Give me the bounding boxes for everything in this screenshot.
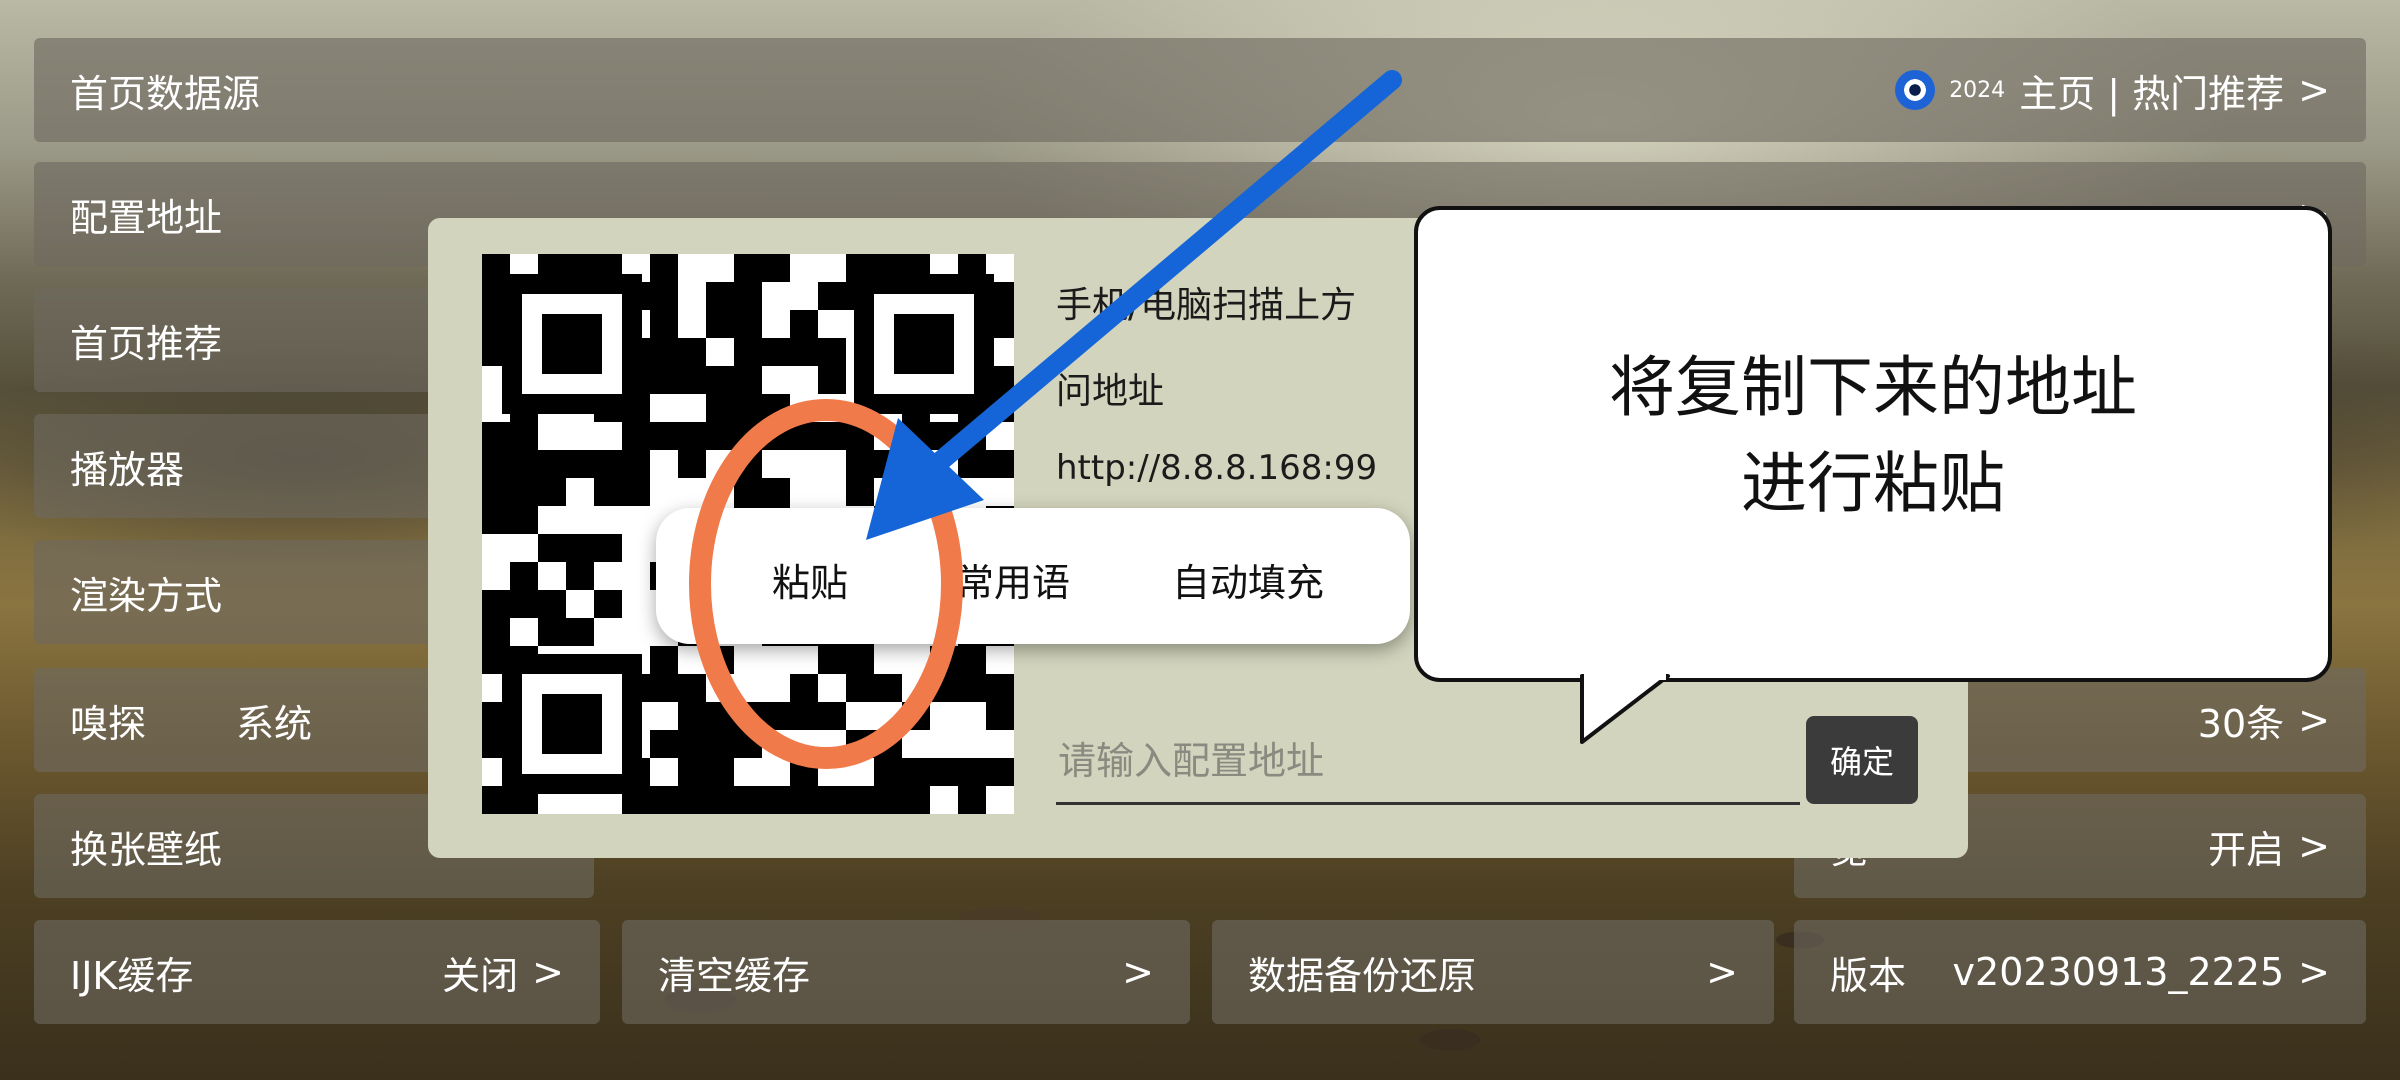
callout-text: 将复制下来的地址 进行粘贴: [1414, 340, 2332, 532]
callout-line2: 进行粘贴: [1741, 445, 2005, 522]
callout-line1: 将复制下来的地址: [1609, 349, 2137, 426]
callout-tail: [1580, 666, 1670, 744]
